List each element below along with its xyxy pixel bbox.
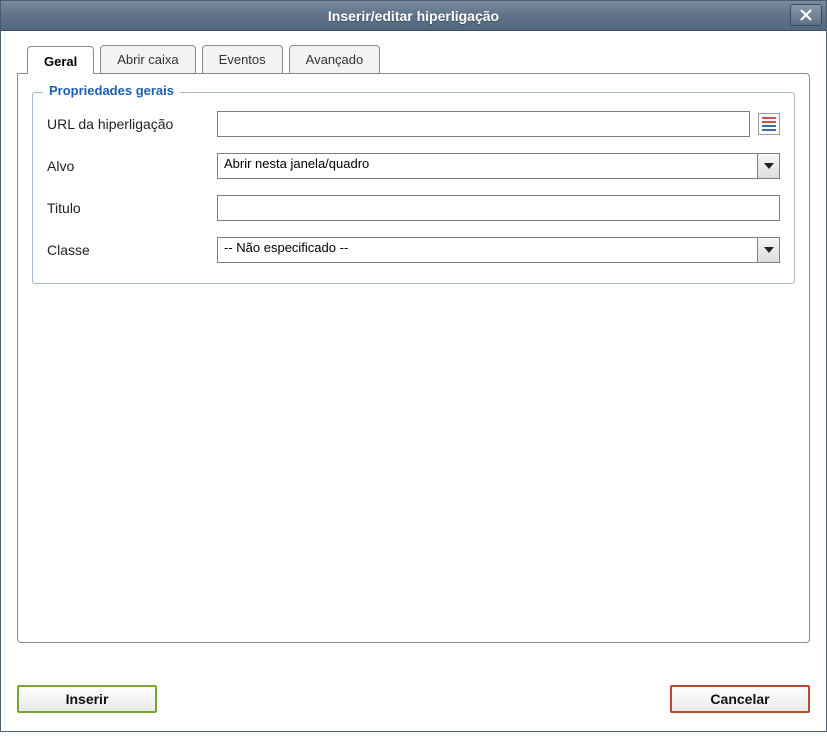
target-select-value: Abrir nesta janela/quadro (224, 156, 369, 171)
url-input[interactable] (217, 111, 750, 137)
browse-button[interactable] (758, 113, 780, 135)
cancel-button-label: Cancelar (710, 691, 769, 707)
insert-button-label: Inserir (66, 691, 109, 707)
label-title: Titulo (47, 200, 217, 216)
title-input[interactable] (217, 195, 780, 221)
tab-label: Geral (44, 54, 77, 69)
tab-panel-general: Propriedades gerais URL da hiperligação … (17, 73, 810, 643)
row-class: Classe -- Não especificado -- (47, 237, 780, 263)
tab-events[interactable]: Eventos (202, 45, 283, 73)
cancel-button[interactable]: Cancelar (670, 685, 810, 713)
tab-advanced[interactable]: Avançado (289, 45, 381, 73)
row-target: Alvo Abrir nesta janela/quadro (47, 153, 780, 179)
button-row: Inserir Cancelar (17, 685, 810, 713)
class-select[interactable]: -- Não especificado -- (217, 237, 780, 263)
dialog-window: Inserir/editar hiperligação Geral Abrir … (0, 0, 827, 732)
titlebar: Inserir/editar hiperligação (1, 1, 826, 31)
fieldset-legend: Propriedades gerais (43, 83, 180, 98)
class-select-value: -- Não especificado -- (224, 240, 348, 255)
close-button[interactable] (790, 4, 822, 26)
insert-button[interactable]: Inserir (17, 685, 157, 713)
close-icon (800, 9, 812, 21)
content-area: Geral Abrir caixa Eventos Avançado Propr… (1, 31, 826, 731)
tabs-row: Geral Abrir caixa Eventos Avançado (27, 45, 810, 73)
label-url: URL da hiperligação (47, 116, 217, 132)
target-select-wrap: Abrir nesta janela/quadro (217, 153, 780, 179)
tab-label: Eventos (219, 52, 266, 67)
row-title: Titulo (47, 195, 780, 221)
tab-label: Abrir caixa (117, 52, 178, 67)
tab-label: Avançado (306, 52, 364, 67)
dialog-title: Inserir/editar hiperligação (328, 8, 499, 24)
row-url: URL da hiperligação (47, 111, 780, 137)
target-select[interactable]: Abrir nesta janela/quadro (217, 153, 780, 179)
general-properties-fieldset: Propriedades gerais URL da hiperligação … (32, 92, 795, 284)
class-select-wrap: -- Não especificado -- (217, 237, 780, 263)
label-class: Classe (47, 242, 217, 258)
list-icon (762, 117, 776, 131)
tab-popup[interactable]: Abrir caixa (100, 45, 195, 73)
tab-general[interactable]: Geral (27, 46, 94, 74)
label-target: Alvo (47, 158, 217, 174)
